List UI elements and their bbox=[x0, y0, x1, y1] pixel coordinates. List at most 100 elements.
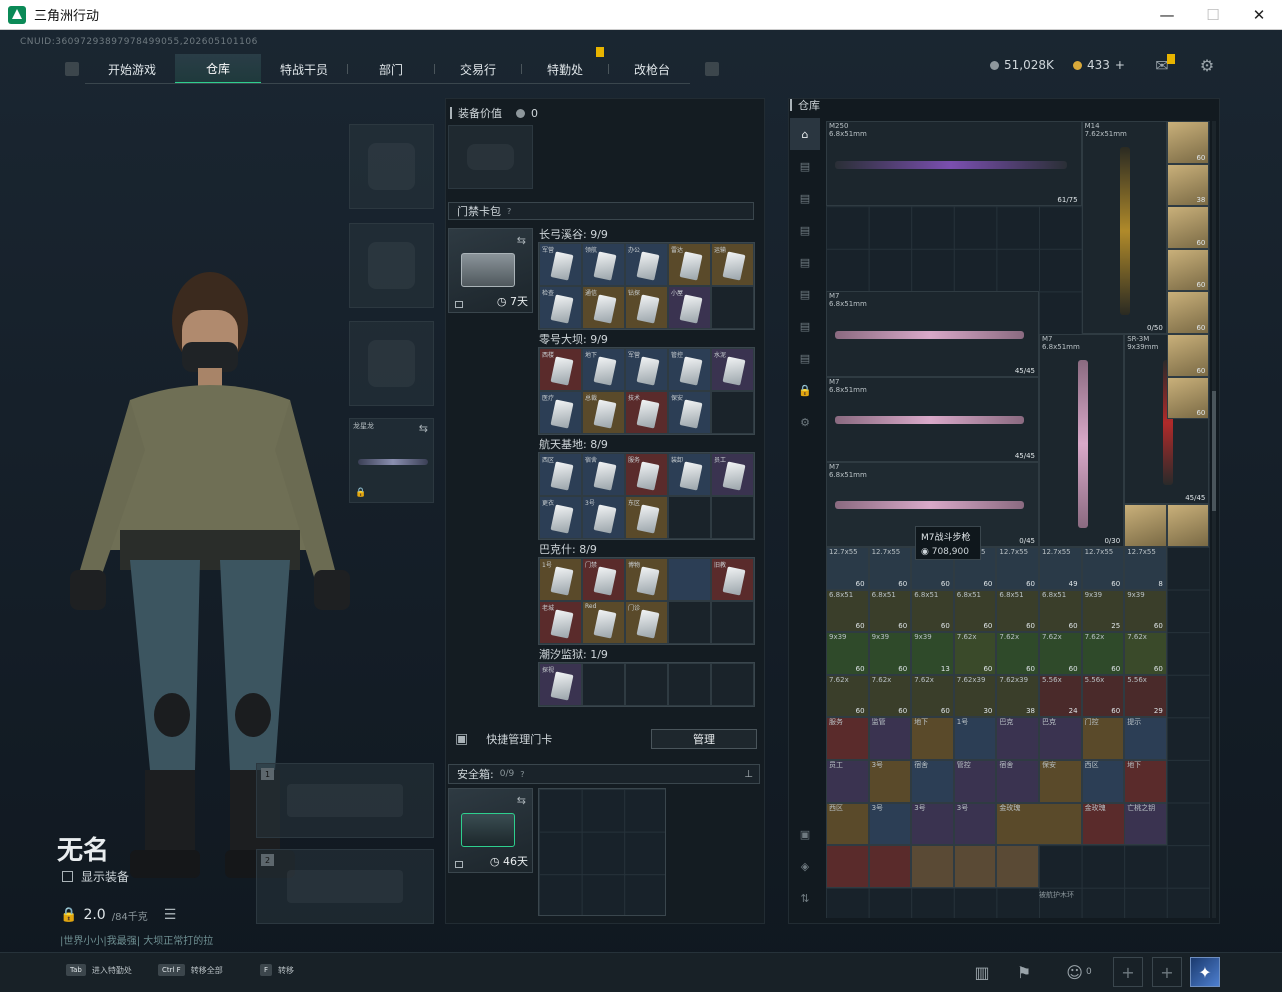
keycard-item[interactable]: 西区 bbox=[539, 453, 582, 496]
ammo-item[interactable]: 7.62x39 38 bbox=[996, 674, 1039, 718]
stats-chart-icon[interactable]: ▥ bbox=[972, 962, 992, 982]
keycard-item[interactable]: 门诊 bbox=[625, 601, 668, 644]
warehouse-sort-icon[interactable]: ⇅ bbox=[790, 882, 820, 914]
warehouse-expand-icon[interactable]: ▣ bbox=[790, 818, 820, 850]
warehouse-tab-8-icon[interactable]: ▤ bbox=[790, 342, 820, 374]
warehouse-tab-5-icon[interactable]: ▤ bbox=[790, 246, 820, 278]
loot-item[interactable]: 保安 bbox=[1039, 760, 1082, 803]
ammo-item[interactable]: 12.7x55 8 bbox=[1124, 547, 1167, 590]
loot-item[interactable]: 服务 bbox=[826, 717, 869, 760]
keycard-item[interactable]: 旧教 bbox=[711, 558, 754, 601]
ammo-item[interactable]: 6.8x51 60 bbox=[996, 589, 1039, 633]
backpack-slot[interactable] bbox=[448, 125, 533, 189]
help-icon[interactable]: ? bbox=[507, 207, 511, 216]
warehouse-stack-icon[interactable]: ◈ bbox=[790, 850, 820, 882]
ammo-item[interactable]: 9x39 60 bbox=[868, 632, 912, 675]
ammo-box-item[interactable] bbox=[1166, 504, 1210, 547]
keycard-item[interactable]: 更衣 bbox=[539, 496, 582, 539]
nav-left-key-icon[interactable] bbox=[65, 62, 79, 76]
ammo-box-item[interactable]: 38 bbox=[1166, 163, 1210, 207]
weapon-item[interactable]: M7 6.8x51mm 45/45 bbox=[826, 291, 1039, 377]
keycard-item[interactable]: 技术 bbox=[625, 391, 668, 434]
ammo-item[interactable]: 6.8x51 60 bbox=[953, 589, 997, 633]
loot-item[interactable]: 管控 bbox=[953, 760, 997, 803]
nav-right-key-icon[interactable] bbox=[705, 62, 719, 76]
warehouse-tab-6-icon[interactable]: ▤ bbox=[790, 278, 820, 310]
hint-special-ops[interactable]: Tab 进入特勤处 bbox=[66, 964, 132, 976]
add-squad-slot-button[interactable]: + bbox=[1113, 957, 1143, 987]
keycard-item[interactable]: 宿舍 bbox=[582, 453, 625, 496]
loot-item[interactable]: 巴克 bbox=[1039, 717, 1082, 760]
loot-item[interactable]: 门控 bbox=[1081, 717, 1125, 760]
loot-item[interactable] bbox=[826, 845, 869, 888]
armor-slot[interactable] bbox=[349, 223, 434, 308]
scrollbar-thumb[interactable] bbox=[1212, 391, 1216, 511]
weapon-item[interactable]: M7 6.8x51mm 45/45 bbox=[826, 376, 1039, 462]
friends-icon[interactable]: ☺ 0 bbox=[1062, 962, 1096, 982]
add-coin-button[interactable]: + bbox=[1115, 58, 1125, 72]
tab-trade[interactable]: 交易行 bbox=[435, 54, 521, 84]
keycard-item[interactable]: 小屋 bbox=[668, 286, 711, 329]
loot-item[interactable]: 3号 bbox=[911, 802, 954, 846]
ammo-box-item[interactable] bbox=[1124, 504, 1167, 547]
keycard-item[interactable]: Red bbox=[582, 601, 625, 644]
ammo-box-item[interactable]: 60 bbox=[1166, 248, 1210, 292]
keycard-item[interactable]: 服务 bbox=[625, 453, 668, 496]
manage-button[interactable]: 管理 bbox=[651, 729, 757, 749]
loot-item[interactable]: 3号 bbox=[953, 802, 997, 846]
tab-gunsmith[interactable]: 改枪台 bbox=[609, 54, 695, 84]
pistol-slot[interactable] bbox=[349, 321, 434, 406]
keycard-item[interactable]: 保安 bbox=[668, 391, 711, 434]
keycard-item[interactable]: 博物 bbox=[625, 558, 668, 601]
loot-item[interactable]: 亡桃之钥 bbox=[1124, 802, 1167, 846]
tab-department[interactable]: 部门 bbox=[348, 54, 434, 84]
empty-card-cell[interactable] bbox=[711, 601, 754, 644]
warehouse-grid[interactable]: M250 6.8x51mm 61/75 M14 7.62x51mm 0/50 M7 6.8x5… bbox=[826, 121, 1210, 918]
swap-icon[interactable]: ⇆ bbox=[517, 234, 526, 247]
empty-card-cell[interactable] bbox=[582, 663, 625, 706]
help-icon[interactable]: ? bbox=[520, 770, 524, 779]
tab-operators[interactable]: 特战干员 bbox=[261, 54, 347, 84]
checkbox[interactable] bbox=[62, 871, 73, 882]
ammo-item[interactable]: 12.7x55 60 bbox=[996, 547, 1039, 590]
loot-item[interactable]: 西区 bbox=[1081, 760, 1125, 803]
keycard-item[interactable]: 办公 bbox=[625, 243, 668, 286]
weapon-item[interactable]: M7 6.8x51mm 0/30 bbox=[1039, 334, 1125, 547]
loot-item[interactable] bbox=[953, 845, 997, 888]
keycard-item[interactable]: 装卸 bbox=[668, 453, 711, 496]
keycard-item[interactable]: 1号 bbox=[539, 558, 582, 601]
empty-card-cell[interactable] bbox=[668, 496, 711, 539]
ammo-box-item[interactable]: 60 bbox=[1166, 206, 1210, 249]
loot-item[interactable]: 监管 bbox=[868, 717, 912, 760]
loot-item[interactable] bbox=[996, 845, 1039, 888]
keycard-item[interactable]: 3号 bbox=[582, 496, 625, 539]
swap-icon[interactable]: ⇆ bbox=[517, 794, 526, 807]
warehouse-tab-7-icon[interactable]: ▤ bbox=[790, 310, 820, 342]
ammo-item[interactable]: 12.7x55 60 bbox=[868, 547, 912, 590]
ammo-item[interactable]: 9x39 25 bbox=[1081, 589, 1125, 633]
ammo-box-item[interactable]: 60 bbox=[1166, 291, 1210, 334]
ammo-item[interactable]: 6.8x51 60 bbox=[868, 589, 912, 633]
primary-weapon-slot-1[interactable]: 1 bbox=[256, 763, 434, 838]
hint-transfer[interactable]: F 转移 bbox=[260, 964, 294, 976]
ammo-item[interactable]: 6.8x51 60 bbox=[826, 589, 869, 633]
ammo-item[interactable]: 6.8x51 60 bbox=[1039, 589, 1082, 633]
ammo-item[interactable]: 5.56x 29 bbox=[1124, 674, 1167, 718]
tab-start-game[interactable]: 开始游戏 bbox=[89, 54, 175, 84]
warehouse-settings-icon[interactable]: ⚙ bbox=[790, 406, 820, 438]
loot-item[interactable]: 宿舍 bbox=[996, 760, 1039, 803]
ammo-item[interactable]: 12.7x55 60 bbox=[826, 547, 869, 590]
tab-special-ops[interactable]: 特勤处 bbox=[522, 54, 608, 84]
player-avatar[interactable]: ✦ bbox=[1190, 957, 1220, 987]
warehouse-tab-all-icon[interactable]: ⌂ bbox=[790, 118, 820, 150]
keycard-case-item[interactable]: ⇆ ◷ 7天 bbox=[448, 228, 533, 313]
keycard-item[interactable]: 员工 bbox=[711, 453, 754, 496]
loot-item[interactable]: 3号 bbox=[868, 760, 912, 803]
ammo-item[interactable]: 7.62x 60 bbox=[1081, 632, 1125, 675]
keycard-item[interactable]: 地下 bbox=[582, 348, 625, 391]
keycard-item[interactable]: 门禁 bbox=[582, 558, 625, 601]
minimize-button[interactable]: — bbox=[1144, 0, 1190, 30]
ammo-item[interactable]: 7.62x 60 bbox=[868, 674, 912, 718]
ammo-item[interactable]: 5.56x 60 bbox=[1081, 674, 1125, 718]
helmet-slot[interactable] bbox=[349, 124, 434, 209]
